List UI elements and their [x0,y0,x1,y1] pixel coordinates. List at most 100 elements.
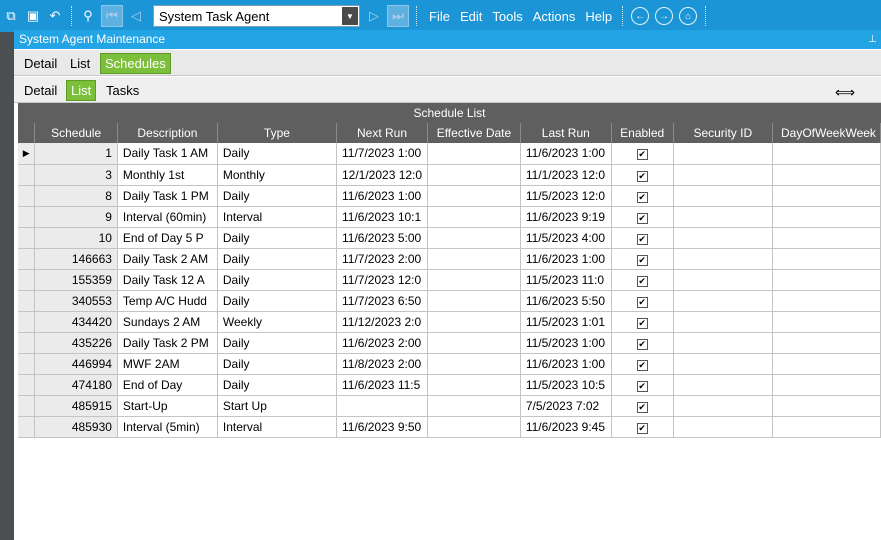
table-row[interactable]: 485930 Interval (5min) Interval 11/6/2023 9… [18,416,881,438]
cell-schedule[interactable]: 146663 [34,248,118,270]
cell-last-run[interactable]: 11/6/2023 1:00 [520,143,612,165]
cell-last-run[interactable]: 11/5/2023 12:0 [520,185,612,207]
column-header-last-run[interactable]: Last Run [520,123,612,143]
cell-type[interactable]: Daily [217,185,337,207]
cell-effective-date[interactable] [427,374,521,396]
row-selector[interactable] [18,416,36,438]
cell-next-run[interactable]: 11/6/2023 10:1 [336,206,429,228]
cell-security-id[interactable] [673,269,774,291]
resize-horizontal-icon[interactable]: ⟺ [835,84,855,101]
menu-actions[interactable]: Actions [528,9,581,24]
cell-type[interactable]: Daily [217,332,337,354]
cell-description[interactable]: Daily Task 1 PM [117,185,218,207]
cell-enabled[interactable]: ✔ [611,290,674,312]
cell-schedule[interactable]: 340553 [34,290,118,312]
cell-effective-date[interactable] [427,290,521,312]
last-record-icon[interactable]: ⏭ [387,5,409,27]
cell-effective-date[interactable] [427,311,521,333]
cell-security-id[interactable] [673,164,774,186]
pin-icon[interactable]: ⊥ [868,30,877,49]
forward-icon[interactable]: → [655,7,674,25]
row-selector[interactable]: ▶ [18,143,36,165]
cell-next-run[interactable]: 11/6/2023 9:50 [336,416,429,438]
cell-enabled[interactable]: ✔ [611,248,674,270]
cell-day-of-week[interactable] [772,206,881,228]
menu-file[interactable]: File [424,9,455,24]
cell-day-of-week[interactable] [772,395,881,417]
cell-schedule[interactable]: 8 [34,185,118,207]
cell-enabled[interactable]: ✔ [611,164,674,186]
subtab-detail[interactable]: Detail [24,83,57,98]
enabled-checkbox[interactable]: ✔ [636,422,648,434]
cell-security-id[interactable] [673,290,774,312]
cell-security-id[interactable] [673,311,774,333]
enabled-checkbox[interactable]: ✔ [636,254,648,266]
cell-last-run[interactable]: 11/1/2023 12:0 [520,164,612,186]
cell-effective-date[interactable] [427,269,521,291]
cell-last-run[interactable]: 11/6/2023 1:00 [520,353,612,375]
row-selector[interactable] [18,164,36,186]
cell-security-id[interactable] [673,248,774,270]
cell-type[interactable]: Interval [217,206,337,228]
enabled-checkbox[interactable]: ✔ [636,338,648,350]
column-header-security-id[interactable]: Security ID [673,123,774,143]
cell-next-run[interactable]: 11/7/2023 6:50 [336,290,429,312]
cell-next-run[interactable]: 11/6/2023 1:00 [336,185,429,207]
cell-last-run[interactable]: 7/5/2023 7:02 [520,395,612,417]
cell-enabled[interactable]: ✔ [611,353,674,375]
menu-tools[interactable]: Tools [487,9,527,24]
enabled-checkbox[interactable]: ✔ [636,233,648,245]
cell-schedule[interactable]: 485915 [34,395,118,417]
table-row[interactable]: 8 Daily Task 1 PM Daily 11/6/2023 1:00 11/5/… [18,185,881,207]
enabled-checkbox[interactable]: ✔ [636,380,648,392]
cell-next-run[interactable]: 11/12/2023 2:0 [336,311,429,333]
cell-schedule[interactable]: 3 [34,164,118,186]
row-selector[interactable] [18,395,36,417]
cell-next-run[interactable]: 11/6/2023 5:00 [336,227,429,249]
cell-security-id[interactable] [673,395,774,417]
column-header-schedule[interactable]: Schedule [34,123,118,143]
cell-type[interactable]: Daily [217,227,337,249]
column-header-type[interactable]: Type [217,123,337,143]
cell-security-id[interactable] [673,353,774,375]
cell-description[interactable]: Start-Up [117,395,218,417]
cell-security-id[interactable] [673,416,774,438]
cell-effective-date[interactable] [427,206,521,228]
cell-enabled[interactable]: ✔ [611,269,674,291]
cell-description[interactable]: End of Day 5 P [117,227,218,249]
cell-enabled[interactable]: ✔ [611,374,674,396]
cell-effective-date[interactable] [427,248,521,270]
table-row[interactable]: 446994 MWF 2AM Daily 11/8/2023 2:00 11/6/202… [18,353,881,375]
row-selector[interactable] [18,374,36,396]
chevron-down-icon[interactable]: ▼ [342,7,358,25]
paste-icon[interactable]: ▣ [22,5,44,27]
row-selector[interactable] [18,248,36,270]
cell-last-run[interactable]: 11/5/2023 1:00 [520,332,612,354]
binoculars-icon[interactable]: ⚲ [77,5,99,27]
cell-day-of-week[interactable] [772,143,881,165]
tab-list[interactable]: List [70,56,90,71]
cell-enabled[interactable]: ✔ [611,143,674,165]
cell-last-run[interactable]: 11/6/2023 9:19 [520,206,612,228]
row-selector[interactable] [18,185,36,207]
back-icon[interactable]: ← [631,7,650,25]
cell-next-run[interactable]: 11/7/2023 12:0 [336,269,429,291]
subtab-list[interactable]: List [66,80,97,101]
column-header-next-run[interactable]: Next Run [336,123,429,143]
table-row[interactable]: 340553 Temp A/C Hudd Daily 11/7/2023 6:50 11… [18,290,881,312]
enabled-checkbox[interactable]: ✔ [636,401,648,413]
enabled-checkbox[interactable]: ✔ [636,170,648,182]
previous-record-icon[interactable]: ◁ [125,5,147,27]
table-row[interactable]: 485915 Start-Up Start Up 7/5/2023 7:02 ✔ [18,395,881,417]
row-selector[interactable] [18,311,36,333]
cell-schedule[interactable]: 434420 [34,311,118,333]
table-row[interactable]: 435226 Daily Task 2 PM Daily 11/6/2023 2:00… [18,332,881,354]
cell-security-id[interactable] [673,374,774,396]
cell-description[interactable]: Monthly 1st [117,164,218,186]
column-header-enabled[interactable]: Enabled [611,123,674,143]
cell-effective-date[interactable] [427,353,521,375]
cell-description[interactable]: Daily Task 2 PM [117,332,218,354]
cell-security-id[interactable] [673,143,774,165]
menu-edit[interactable]: Edit [455,9,487,24]
cell-description[interactable]: Daily Task 2 AM [117,248,218,270]
